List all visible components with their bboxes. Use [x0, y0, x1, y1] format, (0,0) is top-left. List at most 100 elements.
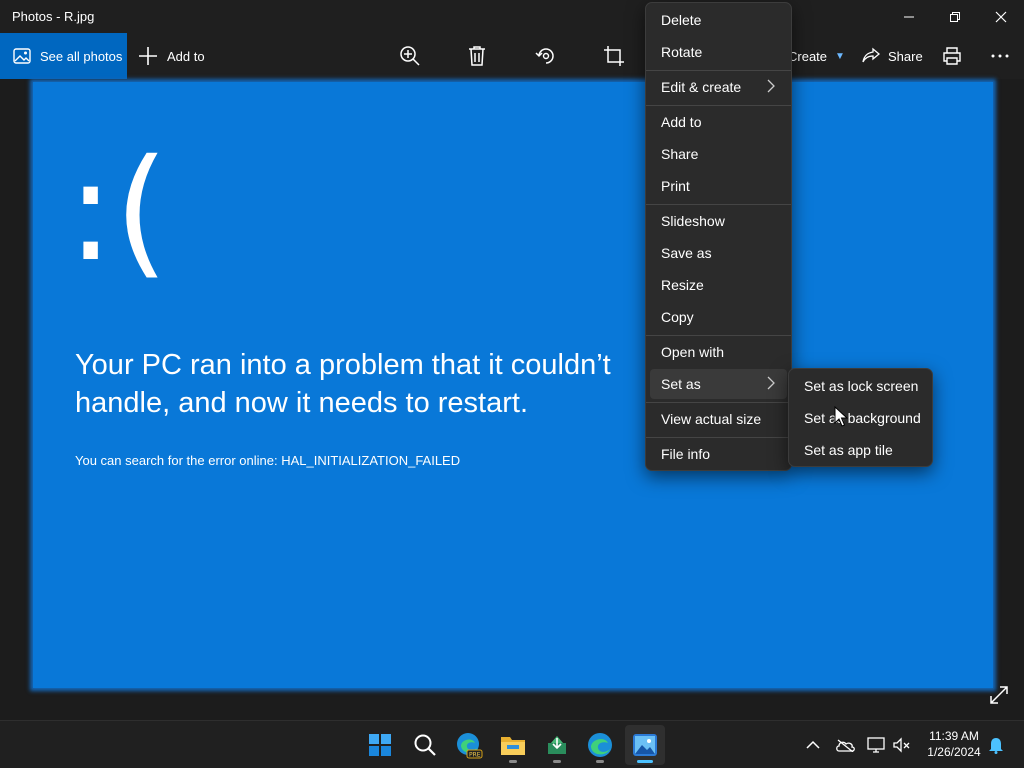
clock-date: 1/26/2024: [927, 745, 981, 759]
svg-text:PRE: PRE: [469, 752, 481, 759]
menu-item-save-as[interactable]: Save as: [650, 238, 787, 268]
start-icon: [369, 734, 391, 756]
taskbar-edge[interactable]: [580, 725, 620, 765]
close-icon: [995, 11, 1007, 22]
submenu-item-label: Set as background: [804, 410, 921, 426]
submenu-item-app-tile[interactable]: Set as app tile: [793, 435, 930, 465]
fullscreen-button[interactable]: [988, 684, 1010, 706]
menu-item-add-to[interactable]: Add to: [650, 107, 787, 137]
menu-item-delete[interactable]: Delete: [650, 5, 787, 35]
set-as-submenu: Set as lock screen Set as background Set…: [788, 368, 933, 467]
menu-item-label: Edit & create: [661, 79, 742, 95]
menu-item-rotate[interactable]: Rotate: [650, 37, 787, 67]
create-button[interactable]: Create ▼: [788, 33, 845, 79]
onedrive-button[interactable]: [835, 735, 855, 755]
rotate-icon: [535, 48, 554, 64]
edge-icon: [588, 733, 612, 757]
see-all-photos-button[interactable]: See all photos: [0, 33, 127, 79]
menu-divider: [646, 105, 791, 106]
start-button[interactable]: [360, 725, 400, 765]
menu-divider: [646, 70, 791, 71]
photos-gallery-icon: [13, 48, 31, 64]
menu-item-view-actual-size[interactable]: View actual size: [650, 404, 787, 434]
menu-divider: [646, 402, 791, 403]
taskbar-file-explorer[interactable]: [493, 725, 533, 765]
menu-item-label: Delete: [661, 12, 702, 28]
share-icon: [862, 47, 880, 63]
network-icon: [867, 737, 885, 753]
create-label: Create: [788, 48, 828, 64]
volume-muted-icon: [893, 737, 910, 753]
notifications-button[interactable]: [986, 735, 1006, 755]
menu-item-edit-create[interactable]: Edit & create: [650, 72, 787, 102]
taskbar-app-installer[interactable]: [537, 725, 577, 765]
menu-item-label: Print: [661, 178, 690, 194]
running-indicator: [509, 760, 517, 763]
menu-item-slideshow[interactable]: Slideshow: [650, 206, 787, 236]
menu-item-label: Slideshow: [661, 213, 725, 229]
menu-divider: [646, 437, 791, 438]
window-title: Photos - R.jpg: [12, 9, 95, 24]
search-icon: [414, 734, 436, 756]
menu-item-label: Copy: [661, 309, 694, 325]
menu-item-print[interactable]: Print: [650, 171, 787, 201]
close-button[interactable]: [978, 0, 1024, 33]
menu-item-label: Rotate: [661, 44, 703, 60]
zoom-in-icon: [400, 46, 420, 66]
menu-item-label: Set as: [661, 376, 701, 392]
chevron-right-icon: [767, 79, 775, 93]
restore-button[interactable]: [932, 0, 978, 33]
taskbar: PRE 11:39 AM 1/26/2024: [0, 720, 1024, 768]
menu-item-share[interactable]: Share: [650, 139, 787, 169]
print-icon: [943, 47, 961, 65]
submenu-item-lock-screen[interactable]: Set as lock screen: [793, 371, 930, 401]
minimize-button[interactable]: [886, 0, 932, 33]
menu-item-resize[interactable]: Resize: [650, 270, 787, 300]
plus-icon: [139, 47, 157, 65]
taskbar-edge-preview[interactable]: PRE: [449, 725, 489, 765]
mouse-cursor-icon: [834, 406, 848, 427]
menu-divider: [646, 335, 791, 336]
onedrive-icon: [836, 739, 855, 752]
taskbar-search-button[interactable]: [405, 725, 445, 765]
rotate-button[interactable]: [532, 42, 560, 70]
clock-time: 11:39 AM: [929, 729, 979, 743]
notification-bell-icon: [989, 738, 1003, 754]
taskbar-photos[interactable]: [625, 725, 665, 765]
add-to-button[interactable]: Add to: [138, 33, 205, 79]
crop-icon: [604, 46, 624, 66]
minimize-icon: [904, 16, 914, 17]
submenu-item-label: Set as app tile: [804, 442, 893, 458]
see-all-photos-label: See all photos: [40, 48, 123, 64]
crop-button[interactable]: [600, 42, 628, 70]
volume-button[interactable]: [892, 735, 912, 755]
expand-icon: [990, 686, 1008, 704]
app-installer-icon: [548, 736, 566, 754]
menu-item-file-info[interactable]: File info: [650, 439, 787, 469]
running-indicator: [596, 760, 604, 763]
more-options-button[interactable]: [986, 42, 1014, 70]
clock[interactable]: 11:39 AM 1/26/2024: [912, 728, 996, 760]
delete-button[interactable]: [463, 42, 491, 70]
network-button[interactable]: [866, 735, 886, 755]
menu-item-copy[interactable]: Copy: [650, 302, 787, 332]
menu-item-label: Open with: [661, 344, 725, 360]
zoom-in-button[interactable]: [396, 42, 424, 70]
bsod-error-line: You can search for the error online: HAL…: [75, 453, 461, 468]
menu-item-label: View actual size: [661, 411, 762, 427]
active-indicator: [637, 760, 653, 763]
menu-item-label: Add to: [661, 114, 702, 130]
submenu-item-background[interactable]: Set as background: [793, 403, 930, 433]
menu-item-set-as[interactable]: Set as: [650, 369, 787, 399]
share-button[interactable]: Share: [862, 33, 923, 79]
bsod-message: Your PC ran into a problem that it could…: [75, 349, 611, 419]
toolbar: See all photos Add to Create ▼ Share: [0, 33, 1024, 79]
file-explorer-icon: [501, 737, 525, 755]
menu-item-label: File info: [661, 446, 711, 462]
print-button[interactable]: [938, 42, 966, 70]
sad-face: :(: [67, 130, 169, 293]
photos-icon: [633, 734, 657, 756]
show-hidden-icons-button[interactable]: [803, 735, 823, 755]
menu-item-open-with[interactable]: Open with: [650, 337, 787, 367]
menu-divider: [646, 204, 791, 205]
